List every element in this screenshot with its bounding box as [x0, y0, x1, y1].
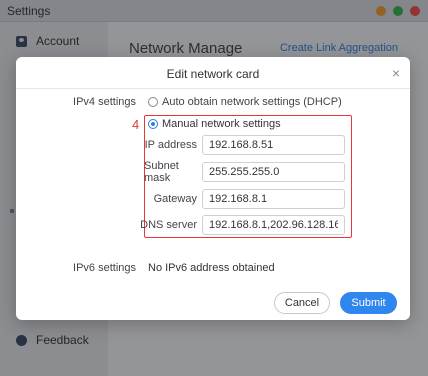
ipv6-status-text: No IPv6 address obtained: [148, 262, 275, 274]
dns-server-label: DNS server: [140, 219, 197, 231]
submit-button[interactable]: Submit: [340, 292, 397, 314]
cancel-button[interactable]: Cancel: [274, 292, 330, 314]
dhcp-radio-option[interactable]: Auto obtain network settings (DHCP): [148, 96, 342, 108]
subnet-mask-input[interactable]: [202, 162, 345, 182]
dhcp-radio[interactable]: [148, 97, 158, 107]
subnet-mask-label: Subnet mask: [144, 160, 179, 184]
dns-server-input[interactable]: [202, 215, 345, 235]
dialog-title: Edit network card: [166, 67, 260, 81]
ipv6-settings-label: IPv6 settings: [73, 262, 136, 274]
ipv4-settings-label: IPv4 settings: [73, 96, 136, 108]
ip-address-input[interactable]: [202, 135, 345, 155]
gateway-label: Gateway: [153, 193, 197, 205]
dialog-divider: [16, 88, 410, 89]
dhcp-radio-label: Auto obtain network settings (DHCP): [162, 96, 342, 108]
manual-radio[interactable]: [148, 119, 158, 129]
edit-network-card-dialog: Edit network card × IPv4 settings Auto o…: [16, 57, 410, 320]
gateway-input[interactable]: [202, 189, 345, 209]
manual-radio-option[interactable]: Manual network settings: [148, 118, 281, 130]
manual-radio-label: Manual network settings: [162, 118, 281, 130]
ip-address-label: IP address: [144, 139, 197, 151]
close-icon[interactable]: ×: [392, 65, 400, 81]
step-number-annotation: 4: [132, 117, 140, 132]
